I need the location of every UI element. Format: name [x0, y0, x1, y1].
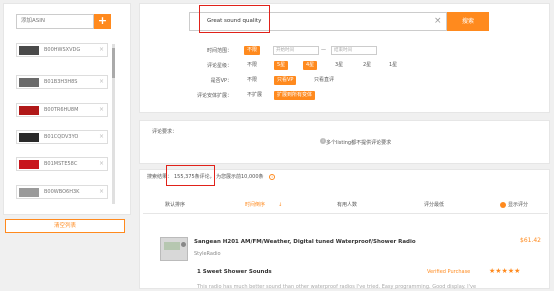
- review-body: This radio has much better sound than ot…: [197, 284, 477, 290]
- rating-label: 评论星级：: [206, 63, 232, 69]
- asin-label: B01B3H3H8S: [44, 79, 78, 85]
- requirement-label: 评论要求：: [152, 129, 178, 135]
- clear-list-button[interactable]: 清空列表: [5, 219, 125, 233]
- asin-list-item[interactable]: B01CQDV3YO ×: [16, 130, 108, 144]
- product-title[interactable]: Sangean H201 AM/FM/Weather, Digital tune…: [194, 238, 416, 246]
- product-thumbnail: [19, 133, 39, 142]
- remove-icon[interactable]: ×: [99, 105, 104, 115]
- scrollbar-thumb[interactable]: [112, 48, 115, 78]
- count-highlight-box: [166, 165, 215, 186]
- date-separator: —: [321, 47, 326, 53]
- show-rating-toggle[interactable]: [500, 202, 506, 208]
- rating-option-1[interactable]: 1星: [386, 61, 400, 70]
- asin-label: B01MSTE58C: [44, 161, 78, 167]
- asin-label: B00HWSXVDG: [44, 47, 81, 53]
- expand-option-none[interactable]: 不扩展: [244, 91, 265, 100]
- info-icon[interactable]: i: [269, 174, 275, 180]
- product-brand: StyleRadio: [194, 251, 221, 257]
- asin-label: B01CQDV3YO: [44, 134, 79, 140]
- expand-label: 评论安体扩展：: [196, 93, 232, 99]
- add-asin-input[interactable]: 添加ASIN: [16, 14, 94, 29]
- search-button[interactable]: 搜索: [447, 12, 489, 31]
- no-requirement-text: 多个listing都不提供评论要求: [326, 140, 392, 146]
- show-rating-label: 显示评分: [508, 202, 529, 208]
- rating-option-3[interactable]: 3星: [332, 61, 346, 70]
- product-price: $61.42: [520, 237, 541, 244]
- asin-list-item[interactable]: B00TR6HU8M ×: [16, 103, 108, 117]
- vp-label: 是否VP：: [210, 78, 232, 84]
- vp-option-direct[interactable]: 只看直评: [311, 76, 337, 85]
- remove-icon[interactable]: ×: [99, 132, 104, 142]
- sort-tab-time-desc[interactable]: 时间倒序: [245, 201, 265, 209]
- time-range-label: 时间范围：: [206, 48, 232, 54]
- review-title: 1 Sweet Shower Sounds: [197, 269, 272, 275]
- end-date-input[interactable]: 结束时间: [331, 46, 377, 55]
- time-any-option[interactable]: 不限: [244, 46, 261, 55]
- rating-option-4[interactable]: 4星: [303, 61, 318, 70]
- star-rating-icon: ★★★★★: [489, 267, 521, 275]
- verified-purchase-badge: Verified Purchase: [427, 269, 471, 275]
- asin-label: B00WBO6H3K: [44, 189, 80, 195]
- product-thumbnail: [19, 46, 39, 55]
- remove-icon[interactable]: ×: [99, 45, 104, 55]
- add-asin-button[interactable]: +: [94, 14, 111, 29]
- rating-option-2[interactable]: 2星: [360, 61, 374, 70]
- clear-search-icon[interactable]: ×: [434, 14, 442, 28]
- asin-list-item[interactable]: B00WBO6H3K ×: [16, 185, 108, 199]
- product-thumbnail: [19, 160, 39, 169]
- radio-product-image[interactable]: [160, 237, 188, 261]
- start-date-input[interactable]: 开始时间: [273, 46, 319, 55]
- sort-tab-default[interactable]: 默认排序: [165, 201, 185, 209]
- remove-icon[interactable]: ×: [99, 187, 104, 197]
- sort-arrow-icon: ↓: [278, 202, 283, 208]
- sort-tab-helpful[interactable]: 有用人数: [337, 201, 357, 209]
- sort-tab-lowest-rating[interactable]: 评分最低: [424, 201, 444, 209]
- asin-list-item[interactable]: B01B3H3H8S ×: [16, 75, 108, 89]
- product-thumbnail: [19, 78, 39, 87]
- product-thumbnail: [19, 106, 39, 115]
- rating-option-any[interactable]: 不限: [244, 61, 260, 70]
- remove-icon[interactable]: ×: [99, 77, 104, 87]
- product-thumbnail: [19, 188, 39, 197]
- result-limit-text: 为您展示前10,000条: [216, 174, 264, 180]
- rating-option-5[interactable]: 5星: [274, 61, 289, 70]
- expand-option-all-variants[interactable]: 扩展到所有变体: [274, 91, 316, 100]
- asin-list-item[interactable]: B00HWSXVDG ×: [16, 43, 108, 57]
- vp-option-any[interactable]: 不限: [244, 76, 260, 85]
- remove-icon[interactable]: ×: [99, 159, 104, 169]
- asin-label: B00TR6HU8M: [44, 107, 79, 113]
- search-highlight-box: [199, 5, 270, 33]
- vp-option-only-vp[interactable]: 只看VP: [274, 76, 297, 85]
- asin-list-item[interactable]: B01MSTE58C ×: [16, 157, 108, 171]
